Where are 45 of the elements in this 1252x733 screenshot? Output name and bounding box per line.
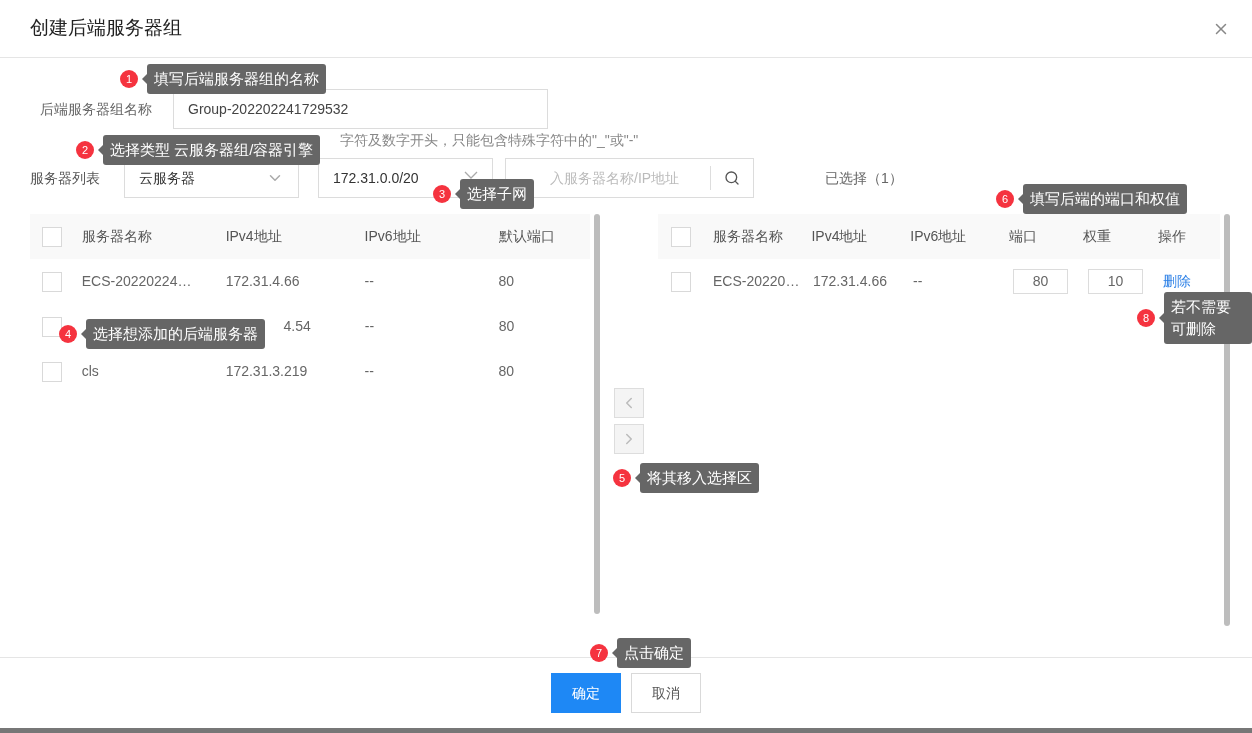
- column-header: IPv4地址: [225, 227, 283, 246]
- table-cell-text: --: [364, 272, 375, 291]
- column-header: 端口: [1009, 227, 1039, 246]
- table-cell-text: 80: [498, 317, 516, 336]
- column-header: 服务器名称: [81, 227, 153, 246]
- callout-tooltip: 点击确定: [617, 638, 691, 668]
- field-label: 服务器列表: [30, 168, 101, 188]
- callout-tooltip: 选择想添加的后端服务器: [86, 319, 265, 349]
- callout-tooltip: 若不需要可删除: [1164, 292, 1252, 344]
- selected-count: 已选择（1）: [825, 168, 903, 188]
- callout-tooltip: 选择类型 云服务器组/容器引擎: [103, 135, 321, 165]
- table-cell: 172.31.4.66: [225, 273, 300, 289]
- step-badge: 8: [1137, 309, 1155, 327]
- table-cell-text: --: [913, 272, 924, 291]
- step-badge: 6: [996, 190, 1014, 208]
- table-cell-text: 80: [498, 272, 516, 291]
- table-cell-text: ECS-20220…: [713, 272, 801, 291]
- table-cell-text: --: [364, 362, 375, 381]
- column-header: IPv4地址: [811, 227, 869, 246]
- callout-tooltip: 将其移入选择区: [640, 463, 759, 493]
- field-label: 后端服务器组名称: [40, 99, 153, 119]
- table-cell: cls: [81, 363, 99, 379]
- column-header: 默认端口: [498, 227, 556, 246]
- callout-tooltip: 填写后端服务器组的名称: [147, 64, 326, 94]
- column-header: 服务器名称: [712, 227, 784, 246]
- step-badge: 7: [590, 644, 608, 662]
- step-badge: 1: [120, 70, 138, 88]
- column-header: 操作: [1157, 227, 1187, 246]
- table-cell: ECS-20220224…: [81, 273, 192, 289]
- dialog-title: 创建后端服务器组: [30, 16, 182, 41]
- callout-tooltip: 填写后端的端口和权值: [1023, 184, 1187, 214]
- step-badge: 5: [613, 469, 631, 487]
- table-cell-text: 172.31.4.66: [813, 272, 888, 291]
- step-badge: 3: [433, 185, 451, 203]
- table-cell-text: --: [364, 317, 376, 336]
- field-hint: 字符及数字开头，只能包含特殊字符中的"_"或"-": [340, 132, 639, 148]
- table-cell: 4.54: [283, 318, 311, 334]
- column-header: IPv6地址: [910, 227, 968, 246]
- callout-tooltip: 选择子网: [460, 179, 534, 209]
- step-badge: 2: [76, 141, 94, 159]
- table-cell-text: 80: [498, 362, 516, 381]
- column-header: 权重: [1083, 227, 1113, 246]
- step-badge: 4: [59, 325, 77, 343]
- column-header: IPv6地址: [364, 227, 422, 246]
- table-cell: 172.31.3.219: [225, 363, 308, 379]
